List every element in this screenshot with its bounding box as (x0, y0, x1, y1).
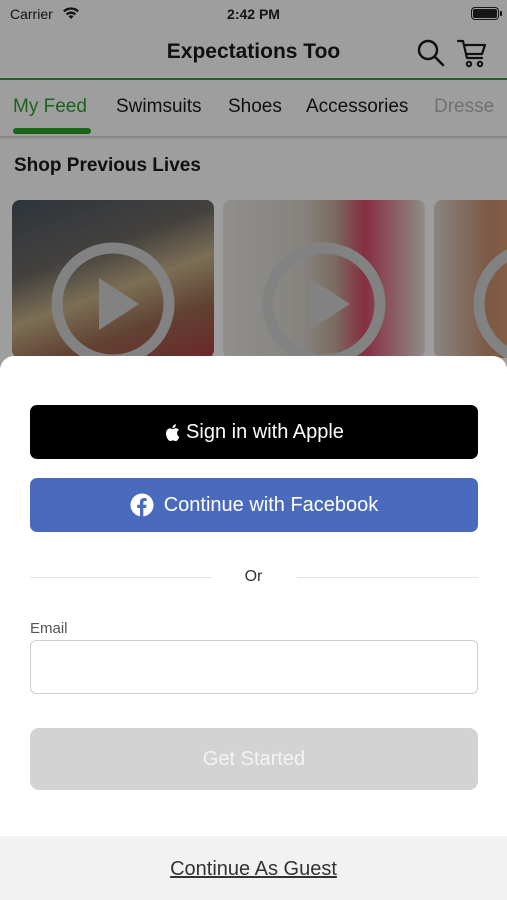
get-started-button[interactable]: Get Started (30, 728, 478, 790)
email-label: Email (30, 620, 68, 637)
apple-button-label: Sign in with Apple (186, 420, 344, 443)
email-field[interactable] (30, 640, 478, 694)
apple-icon (166, 423, 180, 441)
facebook-button-label: Continue with Facebook (163, 493, 379, 516)
facebook-icon (130, 493, 154, 517)
continue-with-facebook-button[interactable]: Continue with Facebook (30, 478, 478, 532)
login-sheet: Sign in with Apple Continue with Faceboo… (0, 356, 507, 900)
guest-bar: Continue As Guest (0, 836, 507, 900)
sign-in-with-apple-button[interactable]: Sign in with Apple (30, 405, 478, 459)
continue-as-guest-link[interactable]: Continue As Guest (0, 858, 507, 881)
divider (297, 577, 478, 578)
